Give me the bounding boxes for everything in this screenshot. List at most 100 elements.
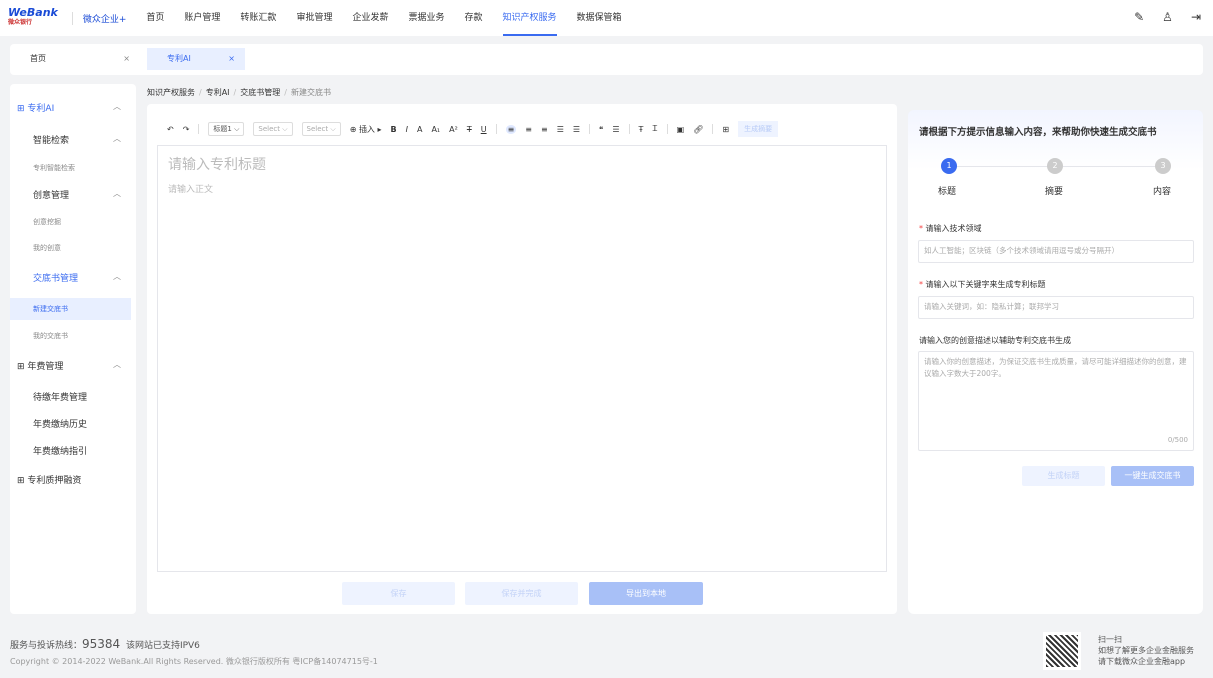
clear-format-icon[interactable]: Ꮖ (652, 124, 657, 134)
label: 创意管理 (33, 191, 70, 201)
body-placeholder[interactable]: 请输入正文 (168, 182, 213, 195)
subscript-icon[interactable]: A₁ (431, 125, 440, 134)
edit-icon[interactable]: ✎ (1134, 10, 1144, 24)
font-color-icon[interactable]: A (417, 125, 422, 134)
tab-patent-ai[interactable]: 专利AI × (147, 48, 245, 70)
logo-sub: 微众银行 (8, 19, 33, 26)
close-icon[interactable]: × (123, 48, 130, 70)
nav-deposit[interactable]: 存款 (464, 0, 482, 36)
sidebar-item-patent-search[interactable]: 专利智能检索 (10, 163, 131, 173)
webank-logo[interactable]: WeBank 微众银行 (8, 7, 58, 28)
label: 插入 (358, 124, 375, 134)
size-select[interactable]: Select ⌵ (301, 122, 341, 136)
qr-code (1043, 632, 1081, 670)
grid-icon[interactable]: ⊞ (722, 125, 729, 134)
underline-icon[interactable]: U (481, 125, 487, 134)
tab-home[interactable]: 首页 × (10, 48, 140, 70)
chevron-up-icon: ︿ (113, 272, 121, 281)
redo-icon[interactable]: ↷ (183, 125, 190, 134)
grid-icon: ⊞ (17, 476, 28, 486)
sidebar-item-disclosure-mgmt[interactable]: 交底书管理 ︿ (10, 271, 131, 284)
align-center-icon[interactable]: ≡ (525, 125, 532, 134)
bold-icon[interactable]: B (391, 125, 397, 134)
save-complete-button[interactable]: 保存并完成 (465, 582, 578, 605)
label: 请输入以下关键字来生成专利标题 (925, 280, 1046, 289)
sidebar-item-smart-search[interactable]: 智能检索 ︿ (10, 133, 131, 146)
editor-area[interactable]: 请输入专利标题 请输入正文 (157, 145, 887, 572)
chevron-up-icon: ︿ (113, 134, 121, 143)
close-icon[interactable]: × (228, 48, 235, 70)
sidebar-item-new-disclosure[interactable]: 新建交底书 (10, 298, 131, 320)
chevron-up-icon: ︿ (113, 102, 121, 111)
step-1: 1 (941, 158, 957, 174)
sidebar-item-pledge-financing[interactable]: ⊞ 专利质押融资 (10, 473, 131, 486)
label: Select (306, 125, 329, 133)
heading-select[interactable]: 标题1 ⌵ (208, 122, 245, 136)
sidebar-item-patent-ai[interactable]: ⊞ 专利AI ︿ (10, 101, 131, 114)
ordered-list-icon[interactable]: ☰ (557, 125, 564, 134)
nav-payroll[interactable]: 企业发薪 (352, 0, 388, 36)
export-button[interactable]: 导出到本地 (589, 582, 703, 605)
breadcrumb: 知识产权服务 / 专利AI / 交底书管理 / 新建交底书 (147, 88, 331, 97)
sidebar-item-my-disclosures[interactable]: 我的交底书 (10, 331, 131, 341)
label: 专利AI (27, 104, 55, 114)
app-promo: 扫一扫 如想了解更多企业金融服务 请下载微众企业金融app (1098, 634, 1194, 667)
download-text: 请下载微众企业金融app (1098, 657, 1186, 666)
generate-title-button[interactable]: 生成标题 (1022, 466, 1105, 486)
italic-icon[interactable]: I (406, 125, 408, 134)
user-icon[interactable]: ♙ (1162, 10, 1173, 24)
sidebar-item-fee-guide[interactable]: 年费缴纳指引 (10, 444, 131, 457)
grid-icon: ⊞ (17, 104, 28, 114)
idea-textarea[interactable]: 请输入你的创意描述，为保证交底书生成质量，请尽可能详细描述你的创意，建议输入字数… (918, 351, 1194, 451)
nav-data-box[interactable]: 数据保管箱 (577, 0, 622, 36)
font-select[interactable]: Select ⌵ (253, 122, 293, 136)
crumb-current: 新建交底书 (290, 88, 331, 97)
sidebar-item-fee-history[interactable]: 年费缴纳历史 (10, 417, 131, 430)
tech-field-input[interactable]: 如人工智能；区块链（多个技术领域请用逗号或分号隔开） (918, 240, 1194, 263)
sidebar-item-idea-mgmt[interactable]: 创意管理 ︿ (10, 188, 131, 201)
save-button[interactable]: 保存 (342, 582, 455, 605)
quote-icon[interactable]: ❝ (599, 125, 603, 134)
undo-icon[interactable]: ↶ (167, 125, 174, 134)
tab-label: 首页 (30, 54, 46, 63)
title-placeholder[interactable]: 请输入专利标题 (168, 154, 266, 174)
sidebar-item-annual-fee[interactable]: ⊞ 年费管理 ︿ (10, 359, 131, 372)
tech-field-label: * 请输入技术领域 (919, 224, 982, 233)
superscript-icon[interactable]: A² (449, 125, 458, 134)
logout-icon[interactable]: ⇥ (1191, 10, 1201, 24)
step-2-label: 摘要 (1045, 187, 1064, 197)
bullet-list-icon[interactable]: ☰ (573, 125, 580, 134)
footer: 服务与投诉热线：95384 该网站已支持IPV6 Copyright © 201… (10, 637, 378, 667)
nav-ip-service[interactable]: 知识产权服务 (502, 0, 557, 36)
align-left-icon[interactable]: ≡ (505, 124, 517, 134)
hotline-label: 服务与投诉热线： (10, 641, 83, 651)
nav-bills[interactable]: 票据业务 (408, 0, 444, 36)
divider-icon[interactable]: ☰ (612, 125, 619, 134)
nav-account[interactable]: 账户管理 (184, 0, 220, 36)
keywords-input[interactable]: 请输入关键词，如：隐私计算；联邦学习 (918, 296, 1194, 319)
generate-summary-button[interactable]: 生成摘要 (738, 121, 779, 137)
crumb-ip[interactable]: 知识产权服务 (147, 88, 195, 97)
generate-all-button[interactable]: 一键生成交底书 (1111, 466, 1194, 486)
sidebar-item-my-ideas[interactable]: 我的创意 (10, 243, 131, 253)
align-right-icon[interactable]: ≡ (541, 125, 548, 134)
nav-transfer[interactable]: 转账汇款 (240, 0, 276, 36)
nav-home[interactable]: 首页 (146, 0, 164, 36)
image-icon[interactable]: ▣ (677, 125, 685, 134)
sidebar-item-pending-fee[interactable]: 待缴年费管理 (10, 390, 131, 403)
link-icon[interactable]: 🔗︎ (693, 125, 703, 134)
ipv6-note: 该网站已支持IPV6 (125, 641, 200, 651)
sidebar-item-idea-mining[interactable]: 创意挖掘 (10, 217, 131, 227)
nav-approval[interactable]: 审批管理 (296, 0, 332, 36)
label: 智能检索 (33, 136, 70, 146)
crumb-patent-ai[interactable]: 专利AI (206, 88, 230, 97)
strikethrough-icon[interactable]: T (467, 125, 472, 134)
format-icon[interactable]: Ŧ (639, 125, 644, 134)
editor-toolbar: ↶ ↷ 标题1 ⌵ Select ⌵ Select ⌵ ⊕ 插入 ▸ BI A A₁… (167, 121, 779, 137)
step-3-label: 内容 (1153, 187, 1172, 197)
copyright: Copyright © 2014-2022 WeBank.All Rights … (10, 657, 378, 666)
brand-logo[interactable]: 微众企业+ (71, 11, 126, 25)
crumb-disclosure[interactable]: 交底书管理 (240, 88, 280, 97)
more-text: 如想了解更多企业金融服务 (1098, 646, 1194, 655)
insert-button[interactable]: ⊕ 插入 ▸ (350, 124, 382, 135)
